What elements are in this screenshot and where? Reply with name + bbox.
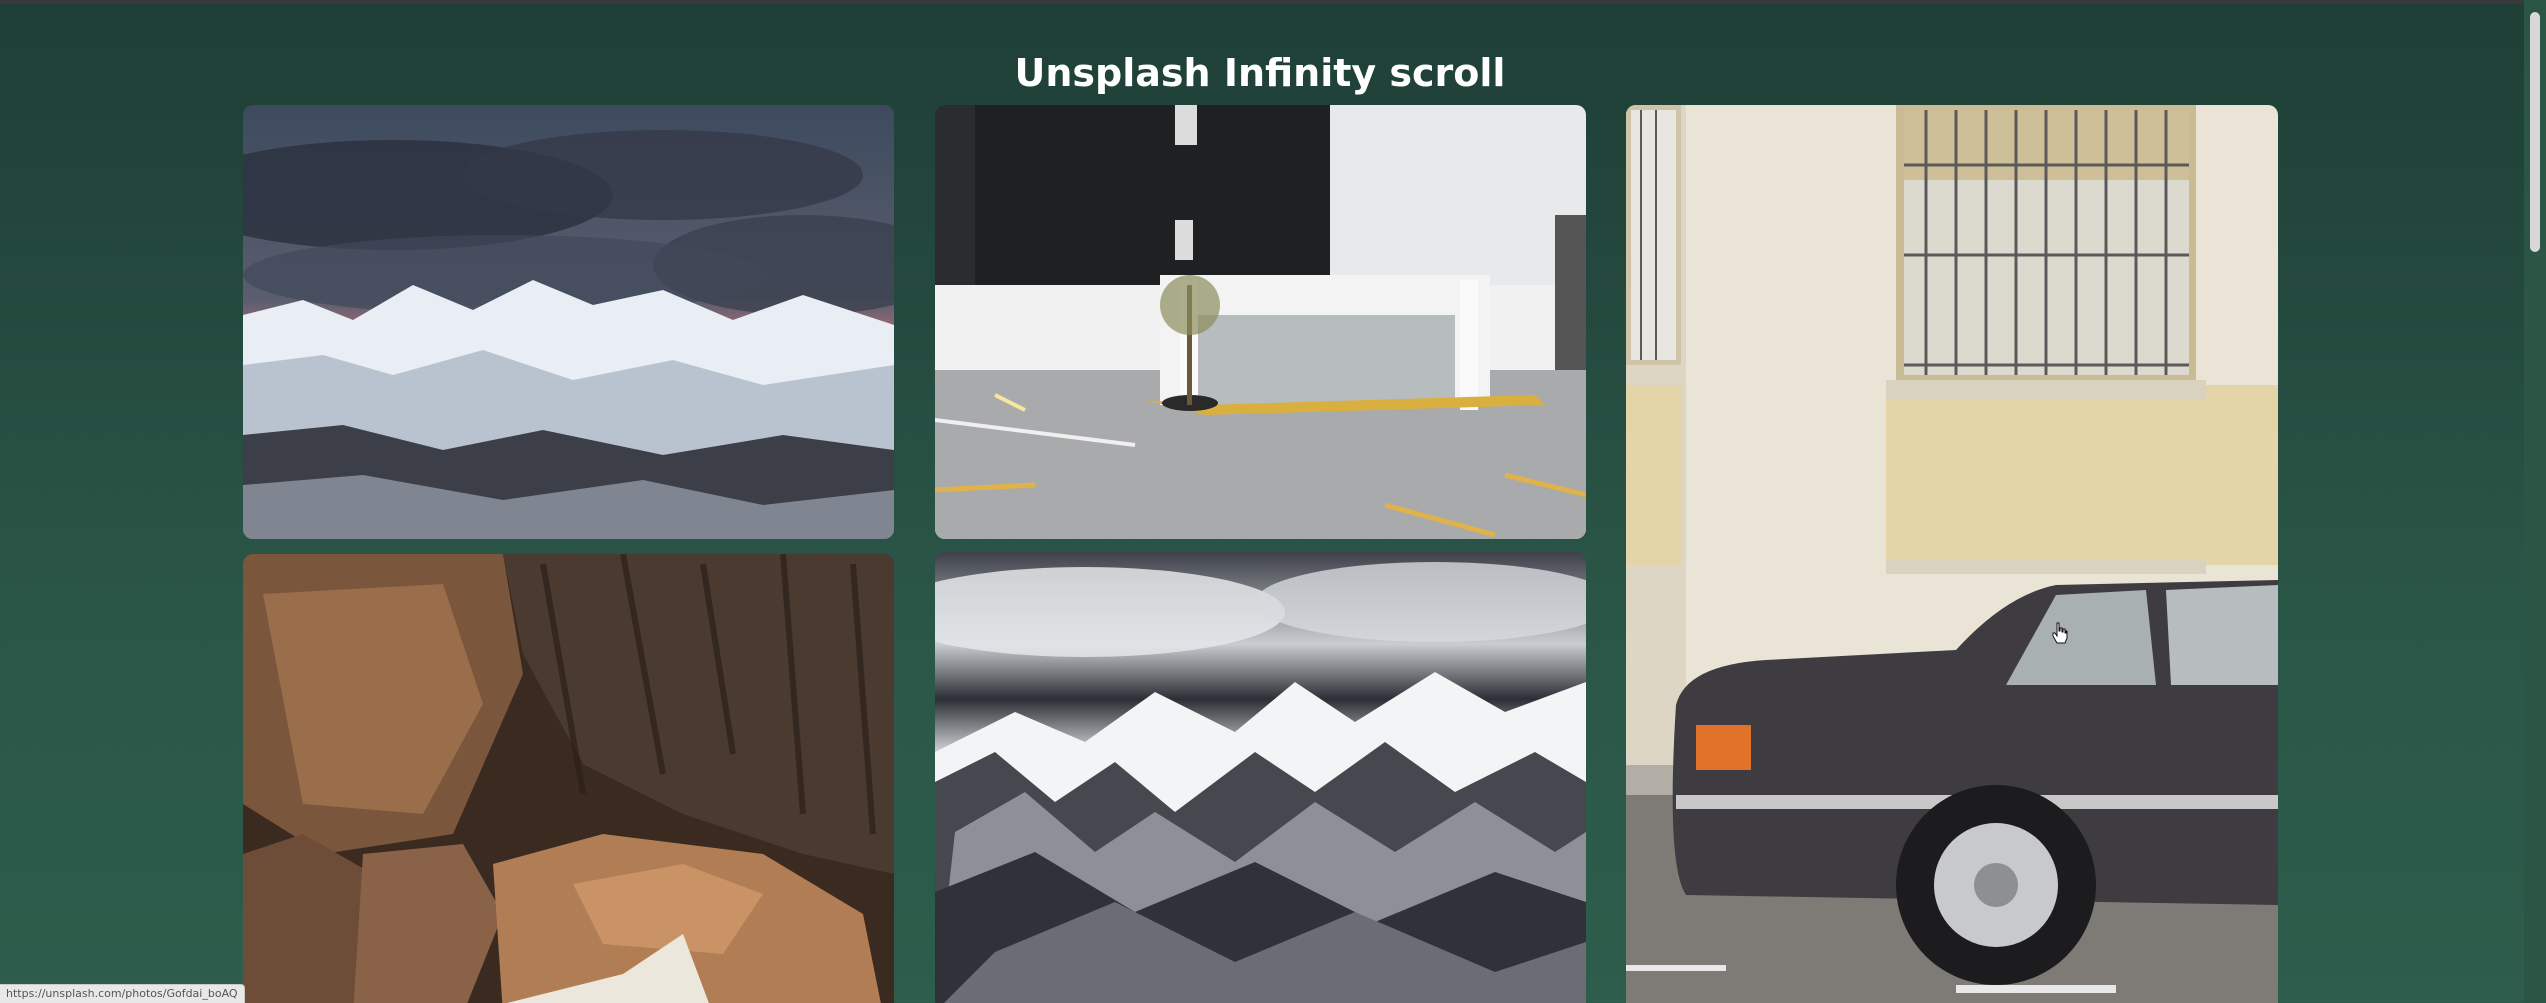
photo-rocks-envelope-image xyxy=(243,554,894,1003)
scrollbar-thumb[interactable] xyxy=(2530,12,2540,252)
photo-mountains-sunset-image xyxy=(243,105,894,539)
page-scrollbar[interactable] xyxy=(2524,0,2546,1003)
photo-mountains-sunset[interactable] xyxy=(243,105,894,539)
photo-snowy-peaks-image xyxy=(935,552,1586,1003)
page-title: Unsplash Infinity scroll xyxy=(1014,51,1506,96)
photo-vintage-car[interactable] xyxy=(1626,105,2278,1003)
photo-snowy-peaks[interactable] xyxy=(935,552,1586,1003)
photo-building-parking[interactable] xyxy=(935,105,1586,539)
browser-top-strip xyxy=(0,0,2546,4)
hand-pointer-cursor-icon xyxy=(2052,622,2068,644)
status-bar-url: https://unsplash.com/photos/Gofdai_boAQ xyxy=(0,984,245,1003)
photo-building-parking-image xyxy=(935,105,1586,539)
photo-vintage-car-image xyxy=(1626,105,2278,1003)
photo-rocks-envelope[interactable] xyxy=(243,554,894,1003)
